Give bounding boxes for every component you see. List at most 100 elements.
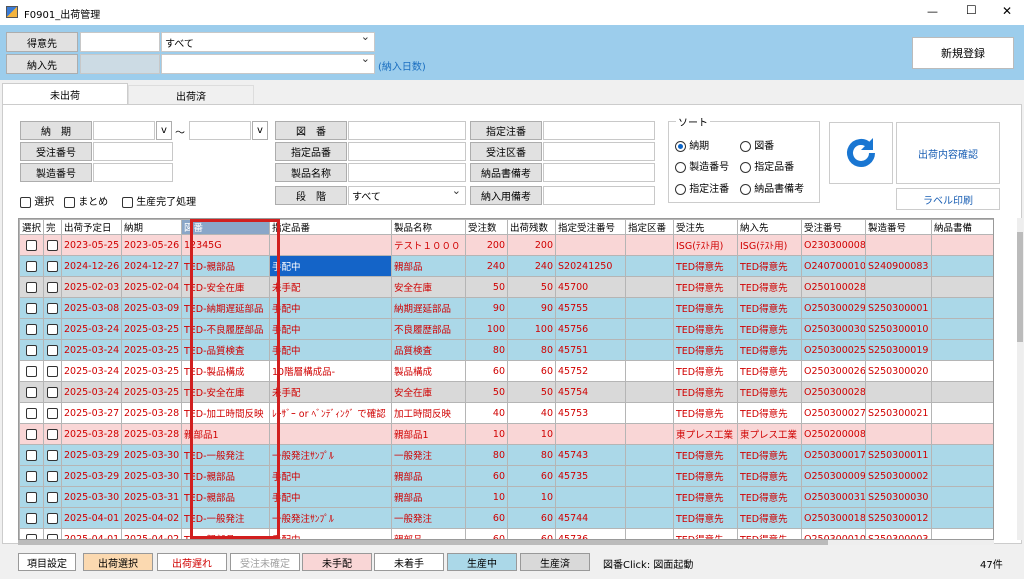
item-name-field[interactable] [348, 163, 466, 182]
table-row[interactable]: 2025-03-08 2025-03-09 TED-納期遅延部品 手配中 納期遅延部品 9… [19, 297, 993, 319]
table-row[interactable]: 2025-02-03 2025-02-04 TED-安全在庫 未手配 安全在庫 50 50 4… [19, 276, 993, 298]
cell-select[interactable] [19, 423, 44, 445]
row-checkbox[interactable] [26, 386, 37, 398]
table-row[interactable]: 2025-04-012025-04-02TED-親部品手配中親部品6060457… [19, 528, 993, 539]
new-register-button[interactable]: 新規登録 [912, 37, 1014, 69]
order-div-label[interactable]: 受注区番 [470, 142, 542, 161]
row-checkbox[interactable] [47, 428, 58, 440]
spec-note-label[interactable]: 指定注番 [470, 121, 542, 140]
refresh-button[interactable] [829, 122, 893, 184]
delivery-label-button[interactable]: 納入先 [6, 54, 78, 74]
cell-done[interactable] [43, 276, 62, 298]
cell-done[interactable] [43, 339, 62, 361]
cell-select[interactable] [19, 297, 44, 319]
cell-done[interactable] [43, 507, 62, 529]
table-row[interactable]: 2025-04-01 2025-04-02 TED-一般発注 一般発注ｻﾝﾌﾟﾙ 一般発… [19, 507, 993, 529]
table-row[interactable]: 2025-03-29 2025-03-30 TED-親部品 手配中 親部品 60 60 457… [19, 465, 993, 487]
row-checkbox[interactable] [26, 323, 37, 335]
column-header[interactable]: 納入先 [737, 219, 802, 235]
cell-done[interactable] [43, 486, 62, 508]
column-header[interactable]: 受注番号 [801, 219, 866, 235]
sort-option-spec-note[interactable]: 指定注番 [675, 180, 729, 195]
table-row[interactable]: 2025-03-29 2025-03-30 TED-一般発注 一般発注ｻﾝﾌﾟﾙ 一般発… [19, 444, 993, 466]
delivery-select[interactable] [161, 52, 375, 74]
cell-select[interactable] [19, 465, 44, 487]
row-checkbox[interactable] [47, 491, 58, 503]
column-header[interactable]: 受注先 [673, 219, 738, 235]
scroll-thumb[interactable] [1017, 232, 1023, 342]
row-checkbox[interactable] [26, 344, 37, 356]
cell-done[interactable] [43, 423, 62, 445]
due-to-field[interactable] [189, 121, 251, 140]
row-checkbox[interactable] [47, 302, 58, 314]
row-checkbox[interactable] [26, 491, 37, 503]
drawing-no-field[interactable] [348, 121, 466, 140]
cell-select[interactable] [19, 381, 44, 403]
column-header[interactable]: 製品名称 [391, 219, 466, 235]
tab-unshipped[interactable]: 未出荷 [2, 83, 128, 105]
column-header[interactable]: 指定受注番号 [555, 219, 626, 235]
cell-done[interactable] [43, 318, 62, 340]
column-header[interactable]: 製造番号 [865, 219, 932, 235]
sort-option-mfg[interactable]: 製造番号 [675, 158, 729, 173]
minimize-icon[interactable]: — [927, 5, 938, 18]
row-checkbox[interactable] [47, 365, 58, 377]
row-checkbox[interactable] [47, 344, 58, 356]
cell-select[interactable] [19, 234, 44, 256]
cell-done[interactable] [43, 360, 62, 382]
horizontal-scrollbar[interactable] [18, 540, 994, 545]
cell-select[interactable] [19, 402, 44, 424]
row-checkbox[interactable] [26, 470, 37, 482]
maximize-icon[interactable]: ☐ [966, 3, 977, 17]
cell-select[interactable] [19, 528, 44, 539]
drawing-no-label[interactable]: 図 番 [275, 121, 347, 140]
row-checkbox[interactable] [47, 407, 58, 419]
row-checkbox[interactable] [26, 260, 37, 272]
table-row[interactable]: 2025-03-28 2025-03-28 親部品1 親部品1 10 10 東プレス工業 東プ… [19, 423, 993, 445]
order-div-field[interactable] [543, 142, 655, 161]
cell-select[interactable] [19, 444, 44, 466]
cell-select[interactable] [19, 486, 44, 508]
cell-done[interactable] [43, 381, 62, 403]
cell-done[interactable] [43, 402, 62, 424]
stage-label[interactable]: 段 階 [275, 186, 347, 205]
row-checkbox[interactable] [47, 281, 58, 293]
row-checkbox[interactable] [26, 302, 37, 314]
cell-select[interactable] [19, 507, 44, 529]
table-row[interactable]: 2025-03-24 2025-03-25 TED-不良履歴部品 手配中 不良履歴部品 1… [19, 318, 993, 340]
column-header[interactable]: 選択 [19, 219, 44, 235]
delivery-use-field[interactable] [543, 186, 655, 205]
production-done-checkbox[interactable]: 生産完了処理 [122, 193, 196, 208]
due-from-field[interactable] [93, 121, 155, 140]
cell-done[interactable] [43, 465, 62, 487]
row-checkbox[interactable] [26, 281, 37, 293]
cell-select[interactable] [19, 276, 44, 298]
table-row[interactable]: 2025-03-24 2025-03-25 TED-安全在庫 未手配 安全在庫 50 50 4… [19, 381, 993, 403]
row-checkbox[interactable] [47, 470, 58, 482]
shipment-confirm-button[interactable]: 出荷内容確認 [896, 122, 1000, 184]
spec-item-field[interactable] [348, 142, 466, 161]
due-from-calendar[interactable]: v [156, 121, 172, 140]
row-checkbox[interactable] [47, 449, 58, 461]
column-header[interactable]: 出荷残数 [507, 219, 556, 235]
cell-select[interactable] [19, 360, 44, 382]
mfg-no-field[interactable] [93, 163, 173, 182]
customer-code-field[interactable] [80, 32, 160, 52]
row-checkbox[interactable] [47, 260, 58, 272]
tab-shipped[interactable]: 出荷済 [128, 85, 254, 104]
row-checkbox[interactable] [26, 512, 37, 524]
column-header[interactable]: 納期 [121, 219, 182, 235]
row-checkbox[interactable] [26, 239, 37, 251]
column-settings-button[interactable]: 項目設定 [18, 553, 76, 571]
mfg-no-label[interactable]: 製造番号 [20, 163, 92, 182]
spec-note-field[interactable] [543, 121, 655, 140]
spec-item-label[interactable]: 指定品番 [275, 142, 347, 161]
cell-select[interactable] [19, 255, 44, 277]
item-name-label[interactable]: 製品名称 [275, 163, 347, 182]
table-row[interactable]: 2024-12-26 2024-12-27 TED-親部品 手配中 親部品 240 240 S… [19, 255, 993, 277]
close-icon[interactable]: ✕ [1002, 4, 1012, 18]
cell-done[interactable] [43, 234, 62, 256]
row-checkbox[interactable] [47, 239, 58, 251]
table-row[interactable]: 2025-03-27 2025-03-28 TED-加工時間反映 ﾚｰｻﾞｰ or ﾍ… [19, 402, 993, 424]
delivery-memo-label[interactable]: 納品書備考 [470, 163, 542, 182]
